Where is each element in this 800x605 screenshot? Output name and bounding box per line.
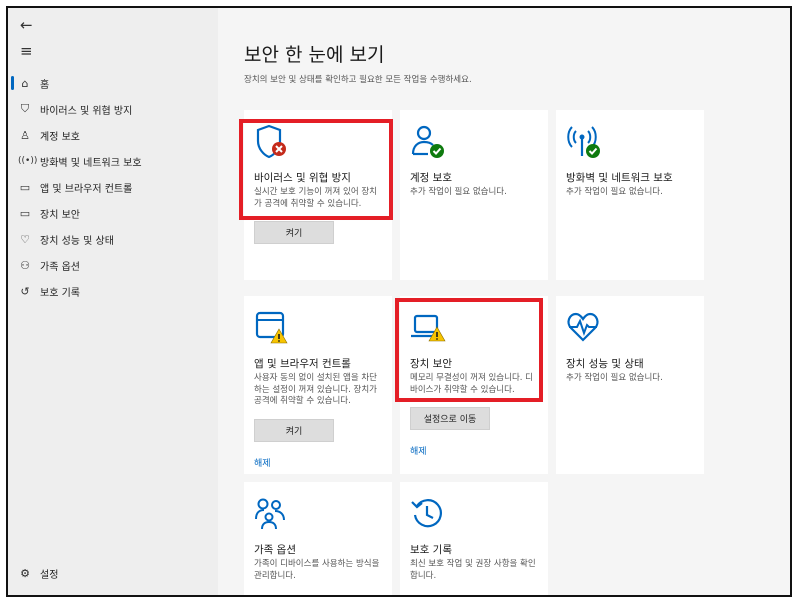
card-title: 가족 옵션	[254, 544, 296, 556]
card-description: 최신 보호 작업 및 권장 사항을 확인합니다.	[410, 559, 536, 581]
sidebar-item-app-browser[interactable]: ▭ 앱 및 브라우저 컨트롤	[8, 175, 218, 199]
home-icon: ⌂	[21, 76, 29, 90]
heart-icon: ♡	[20, 232, 30, 246]
card-title: 방화벽 및 네트워크 보호	[566, 172, 673, 184]
shield-icon: ⛉	[20, 102, 30, 115]
app-window: ← ≡ ⌂ 홈 ⛉ 바이러스 및 위협 방지 ♙ 계정 보호 ((•)) 방화벽…	[6, 6, 792, 597]
antenna-check-icon	[566, 124, 606, 160]
card-title: 장치 성능 및 상태	[566, 358, 644, 370]
sidebar-item-history[interactable]: ↺ 보호 기록	[8, 279, 218, 303]
main-content: 보안 한 눈에 보기 장치의 보안 및 상태를 확인하고 필요한 모든 작업을 …	[218, 8, 790, 595]
history-icon	[410, 496, 450, 532]
highlight-box-virus	[239, 119, 393, 220]
sidebar-item-label: 장치 성능 및 상태	[40, 235, 114, 247]
family-icon: ⚇	[20, 258, 30, 272]
card-firewall[interactable]: 방화벽 및 네트워크 보호 추가 작업이 필요 없습니다.	[556, 110, 704, 280]
card-device-performance[interactable]: 장치 성능 및 상태 추가 작업이 필요 없습니다.	[556, 296, 704, 474]
person-check-icon	[410, 124, 450, 160]
card-title: 계정 보호	[410, 172, 452, 184]
sidebar-item-firewall[interactable]: ((•)) 방화벽 및 네트워크 보호	[8, 149, 218, 173]
card-account-protection[interactable]: 계정 보호 추가 작업이 필요 없습니다.	[400, 110, 548, 280]
history-icon: ↺	[20, 284, 30, 298]
sidebar-item-label: 홈	[40, 79, 50, 91]
go-to-settings-button[interactable]: 설정으로 이동	[410, 407, 490, 430]
sidebar-item-performance[interactable]: ♡ 장치 성능 및 상태	[8, 227, 218, 251]
card-description: 추가 작업이 필요 없습니다.	[410, 187, 507, 197]
sidebar-item-label: 설정	[40, 569, 59, 581]
antenna-icon: ((•))	[18, 156, 38, 166]
sidebar-item-label: 바이러스 및 위협 방지	[40, 105, 133, 117]
person-icon: ♙	[20, 128, 30, 142]
back-icon[interactable]: ←	[20, 16, 33, 34]
highlight-box-device-security	[395, 298, 543, 402]
sidebar-item-family[interactable]: ⚇ 가족 옵션	[8, 253, 218, 277]
sidebar-item-home[interactable]: ⌂ 홈	[8, 71, 218, 95]
sidebar-item-device-security[interactable]: ▭ 장치 보안	[8, 201, 218, 225]
card-app-browser-control[interactable]: 앱 및 브라우저 컨트롤 사용자 동의 없이 설치된 앱을 차단하는 설정이 꺼…	[244, 296, 392, 474]
sidebar-item-virus[interactable]: ⛉ 바이러스 및 위협 방지	[8, 97, 218, 121]
sidebar-item-label: 가족 옵션	[40, 261, 80, 273]
card-title: 보호 기록	[410, 544, 452, 556]
card-description: 추가 작업이 필요 없습니다.	[566, 187, 663, 197]
heart-pulse-icon	[566, 310, 606, 346]
sidebar-item-label: 장치 보안	[40, 209, 80, 221]
browser-warning-icon	[254, 310, 294, 346]
gear-icon: ⚙	[20, 566, 30, 580]
card-family-options[interactable]: 가족 옵션 가족이 디바이스를 사용하는 방식을 관리합니다.	[244, 482, 392, 595]
sidebar-item-account[interactable]: ♙ 계정 보호	[8, 123, 218, 147]
page-title: 보안 한 눈에 보기	[244, 44, 385, 66]
card-description: 사용자 동의 없이 설치된 앱을 차단하는 설정이 꺼져 있습니다. 장치가 공…	[254, 373, 377, 406]
laptop-icon: ▭	[19, 206, 31, 220]
family-icon	[254, 496, 294, 532]
sidebar-item-label: 계정 보호	[40, 131, 80, 143]
sidebar: ← ≡ ⌂ 홈 ⛉ 바이러스 및 위협 방지 ♙ 계정 보호 ((•)) 방화벽…	[8, 8, 218, 595]
card-title: 앱 및 브라우저 컨트롤	[254, 358, 351, 370]
menu-icon[interactable]: ≡	[20, 42, 33, 60]
sidebar-item-label: 보호 기록	[40, 287, 80, 299]
card-description: 가족이 디바이스를 사용하는 방식을 관리합니다.	[254, 559, 380, 581]
browser-icon: ▭	[19, 180, 31, 194]
sidebar-item-label: 방화벽 및 네트워크 보호	[40, 157, 142, 169]
dismiss-link[interactable]: 해제	[254, 456, 382, 469]
turn-on-button[interactable]: 켜기	[254, 418, 334, 442]
sidebar-item-settings[interactable]: ⚙ 설정	[8, 561, 218, 585]
sidebar-item-label: 앱 및 브라우저 컨트롤	[40, 183, 133, 195]
turn-on-button[interactable]: 켜기	[254, 221, 334, 244]
card-description: 추가 작업이 필요 없습니다.	[566, 373, 663, 383]
page-subtitle: 장치의 보안 및 상태를 확인하고 필요한 모든 작업을 수행하세요.	[244, 75, 472, 85]
dismiss-link[interactable]: 해제	[410, 444, 538, 457]
card-protection-history[interactable]: 보호 기록 최신 보호 작업 및 권장 사항을 확인합니다.	[400, 482, 548, 595]
